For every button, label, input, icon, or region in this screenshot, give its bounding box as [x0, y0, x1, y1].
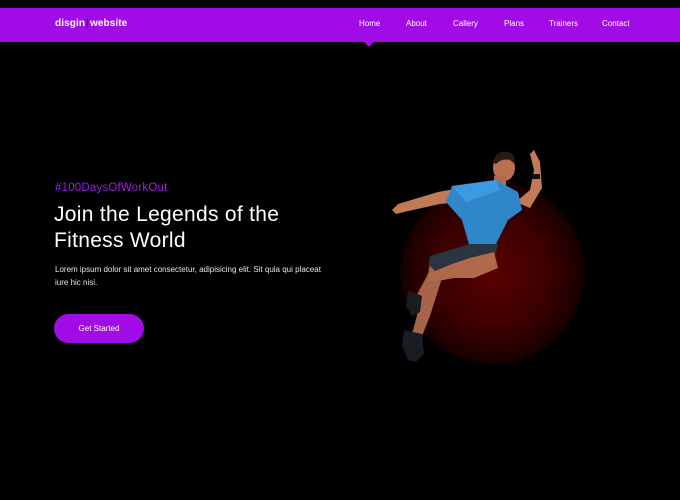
nav-plans[interactable]: Plans	[504, 19, 524, 28]
logo-text-right: website	[89, 18, 128, 29]
hero-tag: #100DaysOfWorkOut	[55, 182, 168, 194]
nav-about[interactable]: About	[406, 19, 427, 28]
logo-separator: |	[86, 18, 89, 29]
get-started-button[interactable]: Get Started	[54, 314, 144, 343]
nav-trainers[interactable]: Trainers	[549, 19, 578, 28]
nav-gallery[interactable]: Callery	[453, 19, 478, 28]
hero-description: Lorem ipsum dolor sit amet consectetur, …	[55, 265, 321, 287]
active-nav-indicator	[364, 42, 374, 47]
nav-home[interactable]: Home	[359, 19, 380, 28]
navbar: disgin | website Home About Callery Plan…	[0, 8, 680, 42]
hero-title: Join the Legends of the Fitness World	[54, 203, 280, 252]
nav-contact[interactable]: Contact	[602, 19, 630, 28]
logo[interactable]: disgin | website	[55, 18, 127, 29]
running-athlete-image	[392, 150, 542, 362]
page: disgin | website Home About Callery Plan…	[0, 0, 680, 500]
hero-visual	[370, 140, 610, 380]
top-strip	[0, 0, 680, 8]
logo-text-left: disgin	[55, 18, 86, 29]
